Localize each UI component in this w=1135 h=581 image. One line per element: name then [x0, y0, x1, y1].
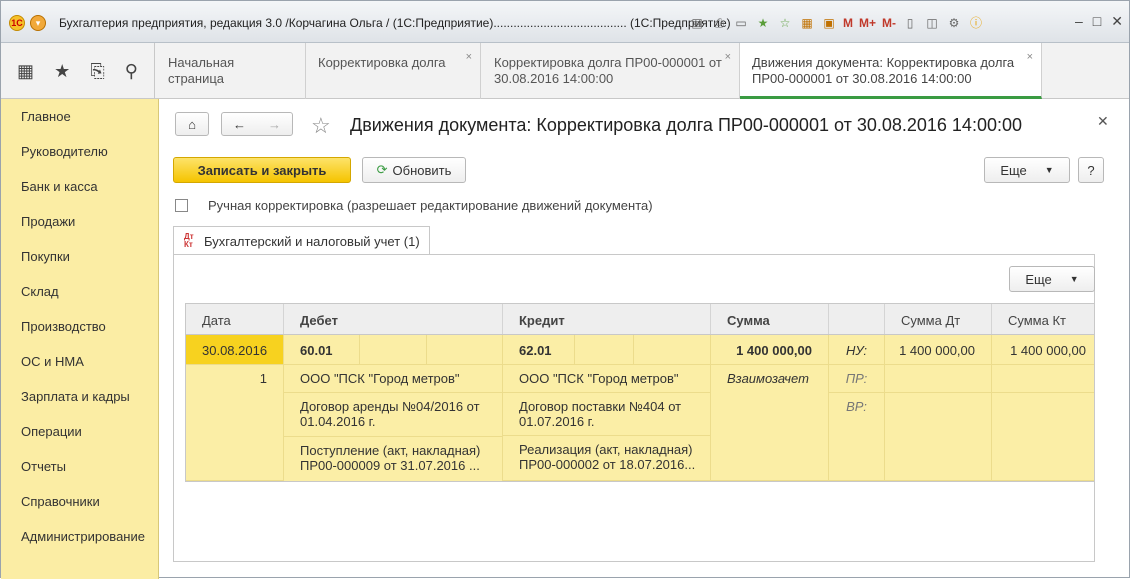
sidebar-item-main[interactable]: Главное [1, 99, 158, 134]
app-logo-icon: 1С [9, 15, 25, 31]
sidebar-item-purchases[interactable]: Покупки [1, 239, 158, 274]
tab-debt-adjustment-list[interactable]: Корректировка долга × [306, 43, 481, 99]
sidebar-item-manager[interactable]: Руководителю [1, 134, 158, 169]
minimize-icon[interactable]: – [1075, 13, 1083, 30]
save-icon[interactable]: ▤ [689, 15, 705, 31]
main-menu-icon[interactable]: ▾ [30, 15, 46, 31]
sidebar-item-bank[interactable]: Банк и касса [1, 169, 158, 204]
sidebar-item-catalogs[interactable]: Справочники [1, 484, 158, 519]
more-button[interactable]: Еще ▼ [984, 157, 1070, 183]
page-title: Движения документа: Корректировка долга … [350, 115, 1022, 135]
cell-content[interactable]: Взаимозачет [711, 365, 829, 481]
close-form-icon[interactable]: ✕ [1097, 113, 1109, 130]
refresh-icon: ⟳ [376, 162, 388, 177]
sidebar-item-operations[interactable]: Операции [1, 414, 158, 449]
entries-table: Дата Дебет Кредит Сумма Сумма Дт Сумма К… [185, 303, 1095, 482]
close-window-icon[interactable]: ✕ [1111, 13, 1123, 30]
panel-more-button[interactable]: Еще ▼ [1009, 266, 1095, 292]
nav-tools: ▦ ★ ⎘ ⚲ [1, 43, 155, 99]
memory-mplus-button[interactable]: M+ [859, 15, 876, 31]
sidebar-item-warehouse[interactable]: Склад [1, 274, 158, 309]
memory-mminus-button[interactable]: M- [882, 15, 896, 31]
preview-icon[interactable]: ▭ [733, 15, 749, 31]
favorites-add-icon[interactable]: ★ [755, 15, 771, 31]
sidebar-item-sales[interactable]: Продажи [1, 204, 158, 239]
panels-icon[interactable]: ◫ [924, 15, 940, 31]
favorites-star-icon[interactable]: ★ [54, 61, 70, 82]
vr-label: ВР: [846, 399, 867, 414]
home-icon: ⌂ [188, 116, 196, 132]
cell-sum-dt-extra[interactable] [885, 365, 992, 481]
sidebar-item-payroll[interactable]: Зарплата и кадры [1, 379, 158, 414]
tab-home[interactable]: Начальная страница [156, 43, 306, 99]
refresh-button[interactable]: ⟳ Обновить [362, 157, 466, 183]
sidebar-item-fixed-assets[interactable]: ОС и НМА [1, 344, 158, 379]
search-icon[interactable]: ⚲ [125, 61, 138, 82]
memory-m-button[interactable]: M [843, 15, 853, 31]
col-sum[interactable]: Сумма [711, 304, 829, 334]
chevron-down-icon: ▼ [1044, 165, 1054, 175]
back-arrow-icon[interactable]: ← [233, 117, 246, 132]
calendar-icon[interactable]: ▣ [821, 15, 837, 31]
app-window: 1С ▾ Бухгалтерия предприятия, редакция 3… [0, 0, 1130, 579]
close-tab-icon[interactable]: × [1027, 49, 1033, 65]
pr-label: ПР: [829, 365, 884, 393]
col-sum-kt[interactable]: Сумма Кт [992, 304, 1094, 334]
forward-arrow-icon[interactable]: → [268, 117, 281, 132]
favorites-icon[interactable]: ☆ [777, 15, 793, 31]
calculator-icon[interactable]: ▦ [799, 15, 815, 31]
tab-accounting-tax[interactable]: Дт Кт Бухгалтерский и налоговый учет (1) [173, 226, 430, 255]
debit-credit-icon: Дт Кт [184, 232, 194, 249]
col-credit[interactable]: Кредит [503, 304, 711, 334]
cell-date[interactable]: 30.08.2016 [186, 335, 284, 365]
history-icon[interactable]: ⎘ [90, 61, 104, 82]
cell-debit-account[interactable]: 60.01 [284, 335, 503, 365]
close-tab-icon[interactable]: × [466, 49, 472, 65]
cell-credit-subconto[interactable]: ООО "ПСК "Город метров" Договор поставки… [503, 365, 711, 481]
cell-sum-dt[interactable]: 1 400 000,00 [885, 335, 992, 365]
cell-nu-label: НУ: [829, 335, 885, 365]
cell-line-number: 1 [186, 365, 284, 481]
table-row[interactable]: 30.08.2016 60.01 62.01 1 400 000,00 НУ: … [186, 335, 1094, 481]
help-button[interactable]: ? [1078, 157, 1104, 183]
sidebar-item-reports[interactable]: Отчеты [1, 449, 158, 484]
col-date[interactable]: Дата [186, 304, 284, 334]
sections-grid-icon[interactable]: ▦ [17, 61, 34, 82]
title-toolbar: ▤ ⎙ ▭ ★ ☆ ▦ ▣ M M+ M- ▯ ◫ ⚙ ⓘ [689, 13, 984, 33]
favorite-star-icon[interactable]: ☆ [311, 113, 331, 139]
settings-icon[interactable]: ⚙ [946, 15, 962, 31]
title-bar: 1С ▾ Бухгалтерия предприятия, редакция 3… [1, 1, 1129, 43]
form-content: ⌂ ← → ☆ Движения документа: Корректировк… [159, 99, 1129, 577]
cell-register-labels: ПР: ВР: [829, 365, 885, 481]
sections-sidebar: Главное Руководителю Банк и касса Продаж… [1, 99, 159, 579]
tab-document-movements[interactable]: Движения документа: Корректировка долга … [740, 43, 1042, 99]
sidebar-item-admin[interactable]: Администрирование [1, 519, 158, 554]
maximize-icon[interactable]: □ [1093, 13, 1101, 30]
tabs-row: ▦ ★ ⎘ ⚲ Начальная страница Корректировка… [1, 43, 1129, 99]
nav-arrows: ← → [221, 112, 293, 136]
sidebar-item-production[interactable]: Производство [1, 309, 158, 344]
col-debit[interactable]: Дебет [284, 304, 503, 334]
save-and-close-button[interactable]: Записать и закрыть [173, 157, 351, 183]
cell-sum-kt[interactable]: 1 400 000,00 [992, 335, 1094, 365]
home-button[interactable]: ⌂ [175, 112, 209, 136]
window-title: Бухгалтерия предприятия, редакция 3.0 /К… [59, 16, 731, 30]
document-icon[interactable]: ▯ [902, 15, 918, 31]
window-controls: – □ ✕ [1075, 13, 1123, 30]
cell-debit-subconto[interactable]: ООО "ПСК "Город метров" Договор аренды №… [284, 365, 503, 481]
cell-sum[interactable]: 1 400 000,00 [711, 335, 829, 365]
chevron-down-icon: ▼ [1069, 274, 1079, 284]
col-register [829, 304, 885, 334]
cell-credit-account[interactable]: 62.01 [503, 335, 711, 365]
table-header: Дата Дебет Кредит Сумма Сумма Дт Сумма К… [186, 303, 1094, 335]
print-icon[interactable]: ⎙ [711, 15, 727, 31]
cell-sum-kt-extra[interactable] [992, 365, 1094, 481]
manual-edit-checkbox[interactable] [175, 199, 188, 212]
manual-edit-label: Ручная корректировка (разрешает редактир… [208, 198, 653, 213]
close-tab-icon[interactable]: × [725, 49, 731, 65]
tab-debt-adjustment-doc[interactable]: Корректировка долга ПР00-000001 от 30.08… [482, 43, 740, 99]
col-sum-dt[interactable]: Сумма Дт [885, 304, 992, 334]
info-icon[interactable]: ⓘ [968, 15, 984, 31]
